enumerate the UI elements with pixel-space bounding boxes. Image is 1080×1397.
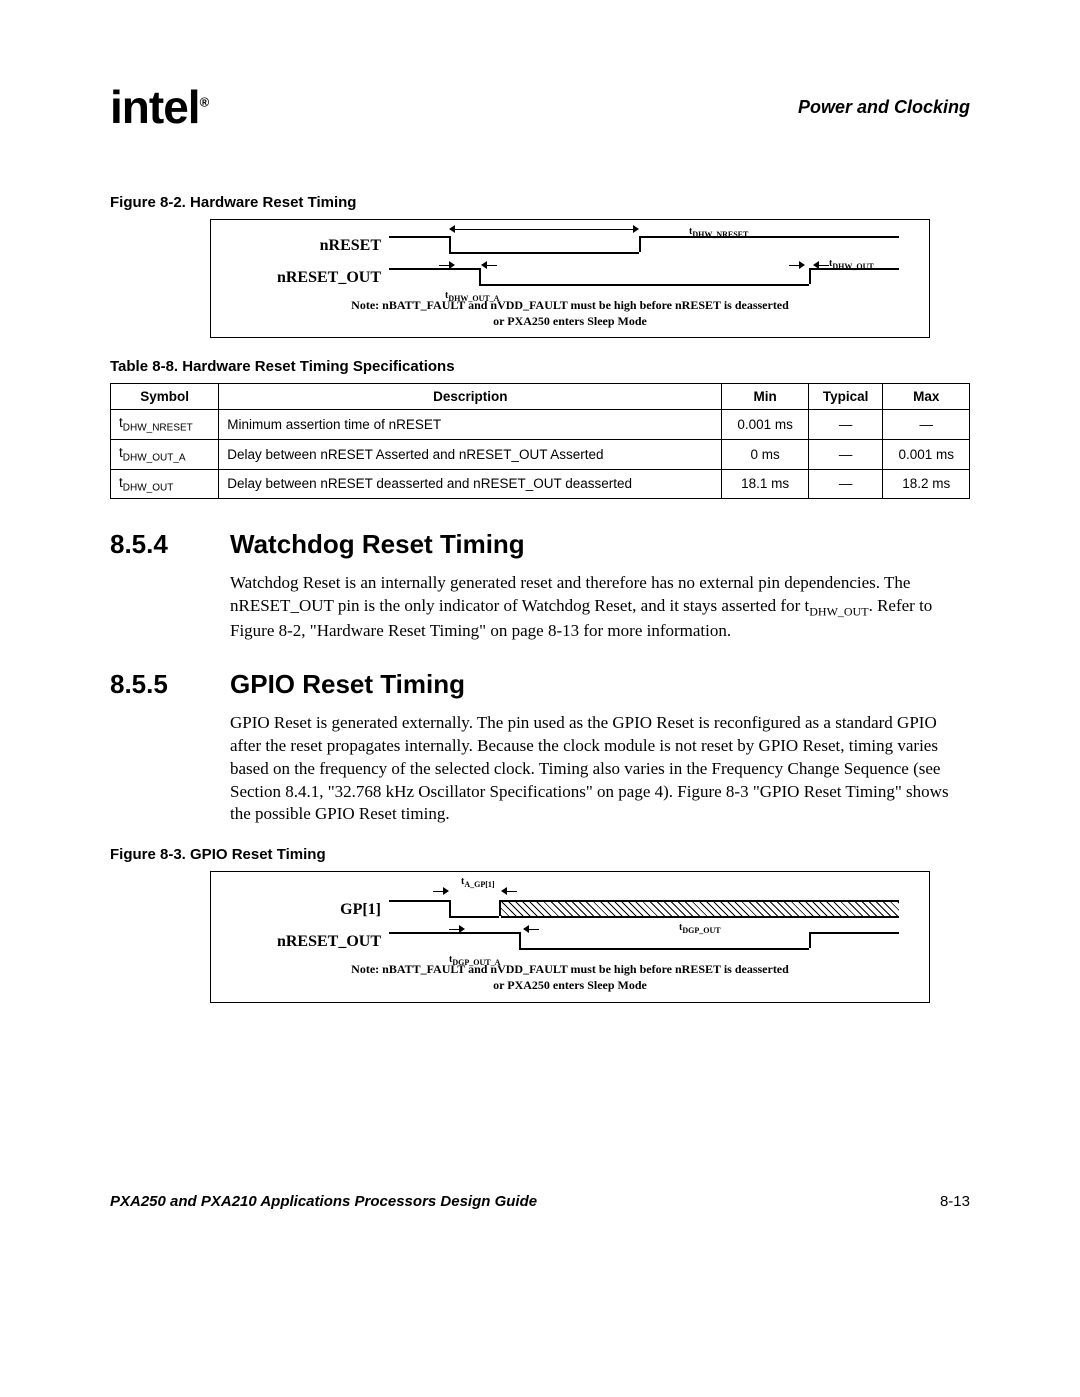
cell-symbol: tDHW_NRESET (111, 410, 219, 440)
cell-desc: Delay between nRESET deasserted and nRES… (219, 469, 722, 499)
cell-max: — (883, 410, 970, 440)
cell-min: 18.1 ms (722, 469, 809, 499)
timing-label-nreset: nRESET (231, 237, 389, 255)
figure-8-2-note-line1: Note: nBATT_FAULT and nVDD_FAULT must be… (351, 298, 789, 312)
figure-8-2-caption: Figure 8-2. Hardware Reset Timing (110, 194, 970, 211)
timing-row-gp1: GP[1] tA_GP[1] (231, 894, 909, 926)
timing-label-nreset-out-2: nRESET_OUT (231, 933, 389, 951)
symbol-tdhw-nreset: tDHW_NRESET (689, 226, 748, 239)
section-number: 8.5.5 (110, 669, 190, 700)
figure-8-3-note-line1: Note: nBATT_FAULT and nVDD_FAULT must be… (351, 962, 789, 976)
cell-typ: — (808, 469, 883, 499)
symbol-tdhw-out-a: tDHW_OUT_A (445, 290, 499, 303)
section-8-5-5-body: GPIO Reset is generated externally. The … (230, 712, 970, 827)
figure-8-2-diagram: nRESET tDHW_NRESET nRESET_OUT (210, 219, 930, 338)
cell-symbol: tDHW_OUT_A (111, 439, 219, 469)
footer-page-number: 8-13 (940, 1193, 970, 1210)
timing-wave-gp1: tA_GP[1] (389, 894, 909, 926)
section-8-5-4-body: Watchdog Reset is an internally generate… (230, 572, 970, 642)
table-row: tDHW_OUT_A Delay between nRESET Asserted… (111, 439, 970, 469)
timing-row-nreset-out-2: nRESET_OUT tDGP_OUT_A tDGP_OUT (231, 926, 909, 958)
figure-8-3-diagram: GP[1] tA_GP[1] nRESET_OUT (210, 871, 930, 1002)
intel-logo: intel® (110, 80, 208, 134)
timing-wave-nreset-out: tDHW_OUT_A tDHW_OUT (389, 262, 909, 294)
inline-symbol: tDHW_OUT (805, 596, 869, 615)
th-min: Min (722, 384, 809, 410)
th-symbol: Symbol (111, 384, 219, 410)
th-max: Max (883, 384, 970, 410)
logo-registered: ® (200, 95, 209, 110)
section-8-5-5-heading: 8.5.5 GPIO Reset Timing (110, 669, 970, 700)
chapter-title: Power and Clocking (798, 97, 970, 118)
symbol-tdhw-out: tDHW_OUT (829, 258, 874, 271)
cell-min: 0.001 ms (722, 410, 809, 440)
figure-8-3-caption: Figure 8-3. GPIO Reset Timing (110, 846, 970, 863)
cell-desc: Minimum assertion time of nRESET (219, 410, 722, 440)
timing-label-gp1: GP[1] (231, 901, 389, 919)
footer-doc-title: PXA250 and PXA210 Applications Processor… (110, 1193, 537, 1210)
section-number: 8.5.4 (110, 529, 190, 560)
timing-row-nreset: nRESET tDHW_NRESET (231, 230, 909, 262)
table-8-8: Symbol Description Min Typical Max tDHW_… (110, 383, 970, 499)
cell-desc: Delay between nRESET Asserted and nRESET… (219, 439, 722, 469)
cell-symbol: tDHW_OUT (111, 469, 219, 499)
table-header-row: Symbol Description Min Typical Max (111, 384, 970, 410)
figure-8-3-note: Note: nBATT_FAULT and nVDD_FAULT must be… (231, 962, 909, 993)
table-row: tDHW_NRESET Minimum assertion time of nR… (111, 410, 970, 440)
page-footer: PXA250 and PXA210 Applications Processor… (110, 1193, 970, 1210)
page-header: intel® Power and Clocking (110, 80, 970, 134)
cell-max: 0.001 ms (883, 439, 970, 469)
symbol-ta-gp1: tA_GP[1] (461, 876, 495, 889)
cell-min: 0 ms (722, 439, 809, 469)
section-title: Watchdog Reset Timing (230, 529, 525, 560)
table-8-8-caption: Table 8-8. Hardware Reset Timing Specifi… (110, 358, 970, 375)
figure-8-2-note: Note: nBATT_FAULT and nVDD_FAULT must be… (231, 298, 909, 329)
timing-row-nreset-out: nRESET_OUT tDHW_OUT_A tDHW_OUT (231, 262, 909, 294)
figure-8-2-note-line2: or PXA250 enters Sleep Mode (493, 314, 647, 328)
th-description: Description (219, 384, 722, 410)
table-row: tDHW_OUT Delay between nRESET deasserted… (111, 469, 970, 499)
section-8-5-4-heading: 8.5.4 Watchdog Reset Timing (110, 529, 970, 560)
cell-typ: — (808, 410, 883, 440)
symbol-tdgp-out-a: tDGP_OUT_A (449, 954, 500, 967)
cell-max: 18.2 ms (883, 469, 970, 499)
logo-text: intel (110, 81, 200, 133)
timing-wave-nreset-out-2: tDGP_OUT_A tDGP_OUT (389, 926, 909, 958)
th-typical: Typical (808, 384, 883, 410)
section-title: GPIO Reset Timing (230, 669, 465, 700)
symbol-tdgp-out: tDGP_OUT (679, 922, 721, 935)
cell-typ: — (808, 439, 883, 469)
timing-label-nreset-out: nRESET_OUT (231, 269, 389, 287)
figure-8-3-note-line2: or PXA250 enters Sleep Mode (493, 978, 647, 992)
